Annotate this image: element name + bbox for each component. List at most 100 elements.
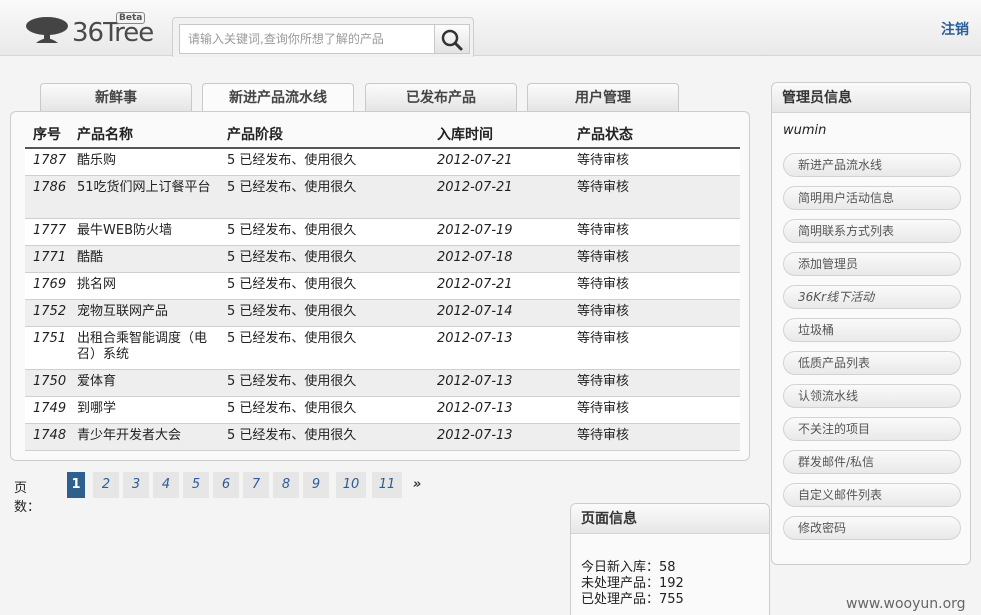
table-row[interactable]: 1749 到哪学 5 已经发布、使用很久 2012-07-13 等待审核: [25, 396, 740, 424]
page-info-stats: 今日新入库：58 未处理产品：192 已处理产品：755: [581, 560, 684, 608]
cell-stage: 5 已经发布、使用很久: [219, 245, 429, 273]
cell-name[interactable]: 到哪学: [69, 396, 219, 424]
pagination-label: 页数：: [14, 481, 41, 515]
col-header-date: 入库时间: [429, 120, 569, 149]
cell-date: 2012-07-21: [429, 148, 569, 176]
cell-name[interactable]: 出租合乘智能调度（电召）系统: [69, 326, 219, 370]
admin-link-custom-mail-list[interactable]: 自定义邮件列表: [783, 483, 961, 507]
cell-stage: 5 已经发布、使用很久: [219, 326, 429, 370]
table-row[interactable]: 1748 青少年开发者大会 5 已经发布、使用很久 2012-07-13 等待审…: [25, 423, 740, 451]
cell-id: 1750: [25, 369, 69, 397]
admin-info-title: 管理员信息: [772, 83, 970, 113]
search-button[interactable]: [434, 24, 470, 54]
admin-link-new-pipeline[interactable]: 新进产品流水线: [783, 153, 961, 177]
page-link-11[interactable]: 11: [372, 472, 402, 498]
cell-name[interactable]: 挑名网: [69, 272, 219, 300]
cell-id: 1771: [25, 245, 69, 273]
cell-stage: 5 已经发布、使用很久: [219, 218, 429, 246]
page-link-1[interactable]: 1: [67, 472, 85, 498]
admin-link-user-activity[interactable]: 简明用户活动信息: [783, 186, 961, 210]
admin-link-mass-mail[interactable]: 群发邮件/私信: [783, 450, 961, 474]
cell-status: 等待审核: [569, 245, 740, 273]
site-logo[interactable]: 36Tree Beta: [24, 12, 154, 52]
cell-id: 1786: [25, 175, 69, 219]
admin-link-change-password[interactable]: 修改密码: [783, 516, 961, 540]
header-bar: 36Tree Beta 注销: [0, 0, 981, 57]
tab-new-products-pipeline[interactable]: 新进产品流水线: [202, 83, 354, 113]
cell-date: 2012-07-21: [429, 272, 569, 300]
watermark: www.wooyun.org: [846, 596, 966, 612]
tab-published-products[interactable]: 已发布产品: [365, 83, 517, 112]
cell-status: 等待审核: [569, 218, 740, 246]
page-link-8[interactable]: 8: [273, 472, 299, 498]
page-link-3[interactable]: 3: [123, 472, 149, 498]
table-row[interactable]: 1771 酷酷 5 已经发布、使用很久 2012-07-18 等待审核: [25, 245, 740, 273]
col-header-id: 序号: [25, 120, 69, 149]
tab-user-management[interactable]: 用户管理: [527, 83, 679, 112]
search-input[interactable]: [179, 24, 435, 54]
cell-stage: 5 已经发布、使用很久: [219, 396, 429, 424]
cell-id: 1752: [25, 299, 69, 327]
cell-stage: 5 已经发布、使用很久: [219, 369, 429, 397]
cell-date: 2012-07-13: [429, 369, 569, 397]
table-row[interactable]: 1786 51吃货们网上订餐平台 5 已经发布、使用很久 2012-07-21 …: [25, 175, 740, 219]
next-page-link[interactable]: »: [404, 472, 430, 498]
tree-icon: [26, 17, 68, 43]
cell-name[interactable]: 51吃货们网上订餐平台: [69, 175, 219, 219]
page-link-4[interactable]: 4: [153, 472, 179, 498]
cell-status: 等待审核: [569, 272, 740, 300]
cell-status: 等待审核: [569, 369, 740, 397]
table-row[interactable]: 1752 宠物互联网产品 5 已经发布、使用很久 2012-07-14 等待审核: [25, 299, 740, 327]
col-header-status: 产品状态: [569, 120, 740, 149]
admin-link-low-quality[interactable]: 低质产品列表: [783, 351, 961, 375]
cell-status: 等待审核: [569, 175, 740, 219]
page-link-7[interactable]: 7: [243, 472, 269, 498]
admin-link-ignored-projects[interactable]: 不关注的项目: [783, 417, 961, 441]
cell-stage: 5 已经发布、使用很久: [219, 272, 429, 300]
search-box: [172, 17, 474, 57]
product-pipeline-panel: 序号 产品名称 产品阶段 入库时间 产品状态 1787 酷乐购 5 已经发布、使…: [10, 111, 750, 461]
cell-name[interactable]: 青少年开发者大会: [69, 423, 219, 451]
table-row[interactable]: 1787 酷乐购 5 已经发布、使用很久 2012-07-21 等待审核: [25, 148, 740, 176]
admin-link-offline-events[interactable]: 36Kr线下活动: [783, 285, 961, 309]
cell-id: 1769: [25, 272, 69, 300]
admin-link-add-admin[interactable]: 添加管理员: [783, 252, 961, 276]
table-row[interactable]: 1777 最牛WEB防火墙 5 已经发布、使用很久 2012-07-19 等待审…: [25, 218, 740, 246]
table-header-row: 序号 产品名称 产品阶段 入库时间 产品状态: [25, 120, 740, 149]
page-link-5[interactable]: 5: [183, 472, 209, 498]
search-icon: [441, 29, 463, 51]
page-link-6[interactable]: 6: [213, 472, 239, 498]
cell-name[interactable]: 爱体育: [69, 369, 219, 397]
cell-id: 1787: [25, 148, 69, 176]
table-row[interactable]: 1750 爱体育 5 已经发布、使用很久 2012-07-13 等待审核: [25, 369, 740, 397]
admin-info-panel: 管理员信息 wumin 新进产品流水线 简明用户活动信息 简明联系方式列表 添加…: [771, 82, 971, 565]
logout-link[interactable]: 注销: [941, 19, 969, 39]
cell-stage: 5 已经发布、使用很久: [219, 423, 429, 451]
cell-id: 1751: [25, 326, 69, 370]
page-link-2[interactable]: 2: [93, 472, 119, 498]
stat-today-new: 今日新入库：58: [581, 560, 676, 575]
stat-processed: 已处理产品：755: [581, 592, 684, 607]
cell-status: 等待审核: [569, 423, 740, 451]
cell-date: 2012-07-14: [429, 299, 569, 327]
page-link-9[interactable]: 9: [303, 472, 329, 498]
cell-id: 1749: [25, 396, 69, 424]
product-table: 序号 产品名称 产品阶段 入库时间 产品状态 1787 酷乐购 5 已经发布、使…: [25, 120, 740, 451]
admin-link-claim-pipeline[interactable]: 认领流水线: [783, 384, 961, 408]
cell-date: 2012-07-13: [429, 326, 569, 370]
beta-badge: Beta: [116, 12, 146, 24]
cell-id: 1777: [25, 218, 69, 246]
admin-link-trash[interactable]: 垃圾桶: [783, 318, 961, 342]
cell-date: 2012-07-18: [429, 245, 569, 273]
cell-name[interactable]: 宠物互联网产品: [69, 299, 219, 327]
cell-stage: 5 已经发布、使用很久: [219, 299, 429, 327]
admin-link-contact-list[interactable]: 简明联系方式列表: [783, 219, 961, 243]
cell-name[interactable]: 最牛WEB防火墙: [69, 218, 219, 246]
tab-news[interactable]: 新鲜事: [40, 83, 192, 112]
cell-name[interactable]: 酷酷: [69, 245, 219, 273]
table-row[interactable]: 1769 挑名网 5 已经发布、使用很久 2012-07-21 等待审核: [25, 272, 740, 300]
cell-id: 1748: [25, 423, 69, 451]
cell-name[interactable]: 酷乐购: [69, 148, 219, 176]
table-row[interactable]: 1751 出租合乘智能调度（电召）系统 5 已经发布、使用很久 2012-07-…: [25, 326, 740, 370]
page-link-10[interactable]: 10: [336, 472, 366, 498]
